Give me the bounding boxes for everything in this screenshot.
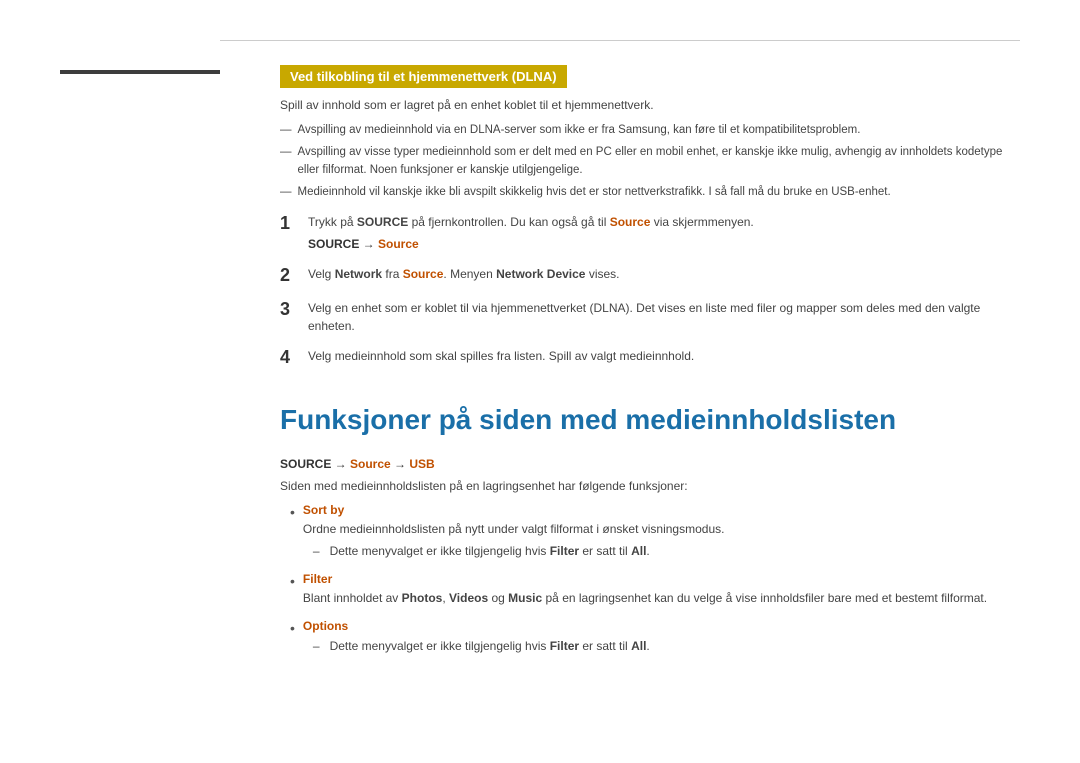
numbered-steps: 1 Trykk på SOURCE på fjernkontrollen. Du… xyxy=(280,213,1020,368)
bullet-options-content: Options Dette menyvalget er ikke tilgjen… xyxy=(303,619,1020,655)
dash-item-2: Avspilling av visse typer medieinnhold s… xyxy=(280,144,1020,179)
page-container: Ved tilkobling til et hjemmenettverk (DL… xyxy=(0,0,1080,763)
main-content: Ved tilkobling til et hjemmenettverk (DL… xyxy=(220,40,1020,723)
step-4-content: Velg medieinnhold som skal spilles fra l… xyxy=(308,347,1020,365)
step-1: 1 Trykk på SOURCE på fjernkontrollen. Du… xyxy=(280,213,1020,253)
sort-by-sub: Dette menyvalget er ikke tilgjengelig hv… xyxy=(313,542,1020,560)
bullet-dot-3: • xyxy=(290,619,295,639)
bullet-sort-by-content: Sort by Ordne medieinnholdslisten på nyt… xyxy=(303,503,1020,560)
section1-heading: Ved tilkobling til et hjemmenettverk (DL… xyxy=(280,65,567,88)
bullet-sort-by: • Sort by Ordne medieinnholdslisten på n… xyxy=(290,503,1020,560)
step-4-number: 4 xyxy=(280,347,308,369)
step-3: 3 Velg en enhet som er koblet til via hj… xyxy=(280,299,1020,335)
bullet-dot-1: • xyxy=(290,503,295,523)
step-1-number: 1 xyxy=(280,213,308,235)
bullet-options: • Options Dette menyvalget er ikke tilgj… xyxy=(290,619,1020,655)
step-1-command: SOURCE → Source xyxy=(308,235,1020,253)
step-2-content: Velg Network fra Source. Menyen Network … xyxy=(308,265,1020,283)
step-4: 4 Velg medieinnhold som skal spilles fra… xyxy=(280,347,1020,369)
step-2-number: 2 xyxy=(280,265,308,287)
step-2-text: Velg Network fra Source. Menyen Network … xyxy=(308,267,620,281)
step-1-text: Trykk på SOURCE på fjernkontrollen. Du k… xyxy=(308,215,754,229)
sort-by-label: Sort by xyxy=(303,503,1020,517)
bullet-section: • Sort by Ordne medieinnholdslisten på n… xyxy=(290,503,1020,655)
left-sidebar xyxy=(60,40,220,723)
bullet-filter-content: Filter Blant innholdet av Photos, Videos… xyxy=(303,572,1020,607)
bullet-filter: • Filter Blant innholdet av Photos, Vide… xyxy=(290,572,1020,607)
filter-desc: Blant innholdet av Photos, Videos og Mus… xyxy=(303,589,1020,607)
step-1-content: Trykk på SOURCE på fjernkontrollen. Du k… xyxy=(308,213,1020,253)
section2-intro: Siden med medieinnholdslisten på en lagr… xyxy=(280,479,1020,493)
sort-by-desc: Ordne medieinnholdslisten på nytt under … xyxy=(303,520,1020,538)
dash-item-3: Medieinnhold vil kanskje ikke bli avspil… xyxy=(280,184,1020,201)
source-line: SOURCE → Source → USB xyxy=(280,457,1020,471)
step-2: 2 Velg Network fra Source. Menyen Networ… xyxy=(280,265,1020,287)
step-3-number: 3 xyxy=(280,299,308,321)
sidebar-rule xyxy=(60,70,220,74)
step-3-text: Velg en enhet som er koblet til via hjem… xyxy=(308,301,980,333)
section2-heading: Funksjoner på siden med medieinnholdslis… xyxy=(280,403,1020,437)
bullet-dot-2: • xyxy=(290,572,295,592)
step-3-content: Velg en enhet som er koblet til via hjem… xyxy=(308,299,1020,335)
section1-intro: Spill av innhold som er lagret på en enh… xyxy=(280,98,1020,112)
dash-item-1: Avspilling av medieinnhold via en DLNA-s… xyxy=(280,122,1020,139)
top-rule xyxy=(220,40,1020,41)
options-label: Options xyxy=(303,619,1020,633)
step-4-text: Velg medieinnhold som skal spilles fra l… xyxy=(308,349,694,363)
options-sub: Dette menyvalget er ikke tilgjengelig hv… xyxy=(313,637,1020,655)
filter-label: Filter xyxy=(303,572,1020,586)
